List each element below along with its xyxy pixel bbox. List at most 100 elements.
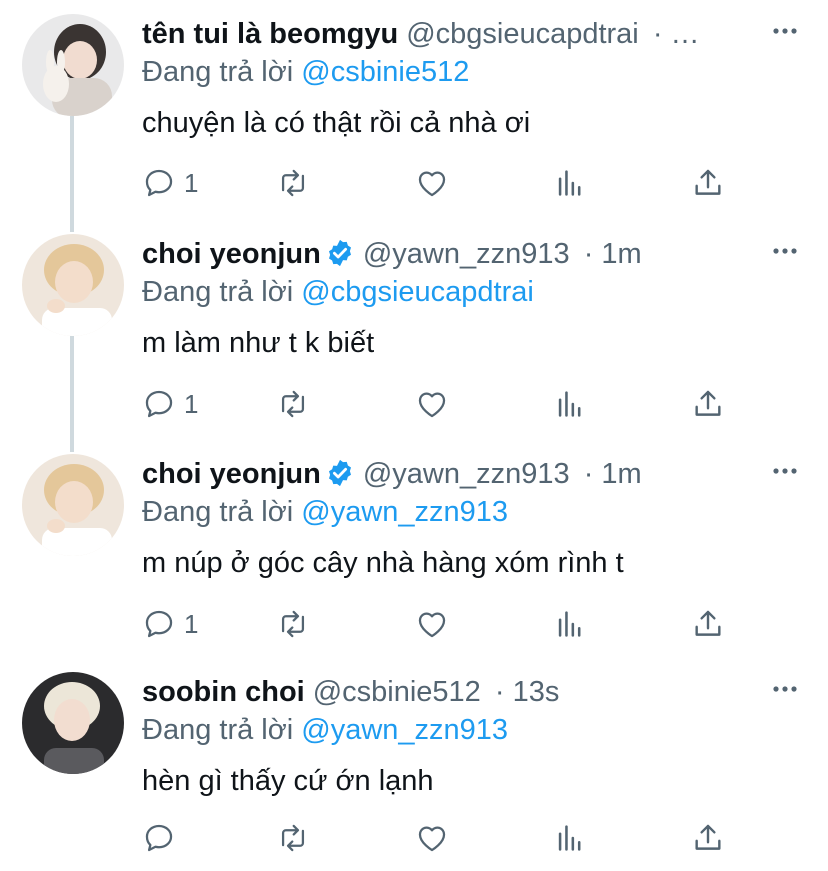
replying-to-label: Đang trả lời <box>142 276 294 308</box>
action-bar: 1 <box>142 384 742 424</box>
action-bar: 1 <box>142 604 742 644</box>
tweet-3[interactable]: choi yeonjun @yawn_zzn913 · 1m Đang trả l… <box>0 440 828 658</box>
more-dots-icon[interactable] <box>770 236 800 266</box>
timestamp[interactable]: · … <box>653 18 700 50</box>
avatar[interactable] <box>22 14 124 116</box>
like-button[interactable] <box>415 818 449 858</box>
analytics-icon <box>558 391 581 417</box>
tweet-1[interactable]: tên tui là beomgyu @cbgsieucapdtrai · … Đ… <box>0 0 828 220</box>
thread-connector <box>70 220 74 232</box>
replying-to-mention[interactable]: @cbgsieucapdtrai <box>301 276 534 308</box>
reply-icon <box>145 610 173 638</box>
thread-connector <box>70 440 74 452</box>
replying-to: Đang trả lời @csbinie512 <box>142 54 469 90</box>
tweet-4[interactable]: soobin choi @csbinie512 · 13s Đang trả lờ… <box>0 658 828 871</box>
like-button[interactable] <box>415 163 449 203</box>
avatar-image <box>22 234 124 336</box>
user-handle[interactable]: @yawn_zzn913 <box>363 458 570 490</box>
like-button[interactable] <box>415 384 449 424</box>
reply-icon <box>145 824 173 852</box>
verified-badge-icon <box>328 459 351 487</box>
replying-to: Đang trả lời @cbgsieucapdtrai <box>142 274 534 310</box>
replying-to-mention[interactable]: @yawn_zzn913 <box>301 714 508 746</box>
retweet-button[interactable] <box>276 163 310 203</box>
reply-button[interactable] <box>142 818 184 858</box>
thread-connector <box>70 116 74 220</box>
more-dots-icon[interactable] <box>770 674 800 704</box>
reply-count: 1 <box>184 608 199 639</box>
avatar[interactable] <box>22 672 124 774</box>
analytics-button[interactable] <box>553 818 587 858</box>
share-button[interactable] <box>691 384 725 424</box>
replying-to-label: Đang trả lời <box>142 496 294 528</box>
reply-button[interactable]: 1 <box>142 163 198 203</box>
more-dots-icon[interactable] <box>770 456 800 486</box>
action-bar <box>142 818 742 858</box>
reply-button[interactable]: 1 <box>142 604 198 644</box>
display-name[interactable]: tên tui là beomgyu <box>142 18 398 50</box>
replying-to-mention[interactable]: @csbinie512 <box>301 56 469 88</box>
timestamp[interactable]: · 1m <box>584 238 642 270</box>
avatar-image <box>22 672 124 774</box>
heart-icon <box>418 392 446 418</box>
tweet-header: choi yeonjun @yawn_zzn913 · 1m <box>142 236 768 272</box>
tweet-text: hèn gì thấy cứ ớn lạnh <box>142 765 434 797</box>
avatar-image <box>22 454 124 556</box>
analytics-button[interactable] <box>553 163 587 203</box>
display-name[interactable]: choi yeonjun <box>142 458 321 490</box>
share-icon <box>695 824 721 850</box>
verified-badge-icon <box>328 239 351 267</box>
retweet-icon <box>281 169 305 197</box>
action-bar: 1 <box>142 163 742 203</box>
like-button[interactable] <box>415 604 449 644</box>
share-icon <box>695 390 721 416</box>
tweet-header: tên tui là beomgyu @cbgsieucapdtrai · … <box>142 16 768 52</box>
tweet-2[interactable]: choi yeonjun @yawn_zzn913 · 1m Đang trả l… <box>0 220 828 440</box>
thread-connector <box>70 336 74 440</box>
heart-icon <box>418 171 446 197</box>
replying-to-label: Đang trả lời <box>142 714 294 746</box>
reply-icon <box>145 169 173 197</box>
user-handle[interactable]: @csbinie512 <box>313 676 481 708</box>
replying-to-mention[interactable]: @yawn_zzn913 <box>301 496 508 528</box>
analytics-icon <box>558 170 581 196</box>
user-handle[interactable]: @yawn_zzn913 <box>363 238 570 270</box>
share-button[interactable] <box>691 163 725 203</box>
analytics-button[interactable] <box>553 384 587 424</box>
share-button[interactable] <box>691 604 725 644</box>
heart-icon <box>418 612 446 638</box>
retweet-button[interactable] <box>276 384 310 424</box>
share-icon <box>695 610 721 636</box>
analytics-icon <box>558 611 581 637</box>
tweet-text: m làm như t k biết <box>142 327 375 359</box>
retweet-icon <box>281 824 305 852</box>
replying-to: Đang trả lời @yawn_zzn913 <box>142 712 508 748</box>
tweet-header: soobin choi @csbinie512 · 13s <box>142 674 768 710</box>
user-handle[interactable]: @cbgsieucapdtrai <box>406 18 639 50</box>
analytics-button[interactable] <box>553 604 587 644</box>
retweet-icon <box>281 610 305 638</box>
reply-count: 1 <box>184 388 199 419</box>
heart-icon <box>418 826 446 852</box>
share-icon <box>695 169 721 195</box>
reply-thread: tên tui là beomgyu @cbgsieucapdtrai · … Đ… <box>0 0 828 871</box>
avatar[interactable] <box>22 454 124 556</box>
replying-to-label: Đang trả lời <box>142 56 294 88</box>
timestamp[interactable]: · 13s <box>495 676 559 708</box>
tweet-text: m núp ở góc cây nhà hàng xóm rình t <box>142 547 624 579</box>
replying-to: Đang trả lời @yawn_zzn913 <box>142 494 508 530</box>
avatar[interactable] <box>22 234 124 336</box>
reply-button[interactable]: 1 <box>142 384 198 424</box>
retweet-button[interactable] <box>276 604 310 644</box>
reply-count: 1 <box>184 167 199 198</box>
tweet-text: chuyện là có thật rồi cả nhà ơi <box>142 107 531 139</box>
retweet-button[interactable] <box>276 818 310 858</box>
more-dots-icon[interactable] <box>770 16 800 46</box>
display-name[interactable]: choi yeonjun <box>142 238 321 270</box>
avatar-image <box>22 14 124 116</box>
share-button[interactable] <box>691 818 725 858</box>
reply-icon <box>145 390 173 418</box>
display-name[interactable]: soobin choi <box>142 676 305 708</box>
tweet-header: choi yeonjun @yawn_zzn913 · 1m <box>142 456 768 492</box>
timestamp[interactable]: · 1m <box>584 458 642 490</box>
